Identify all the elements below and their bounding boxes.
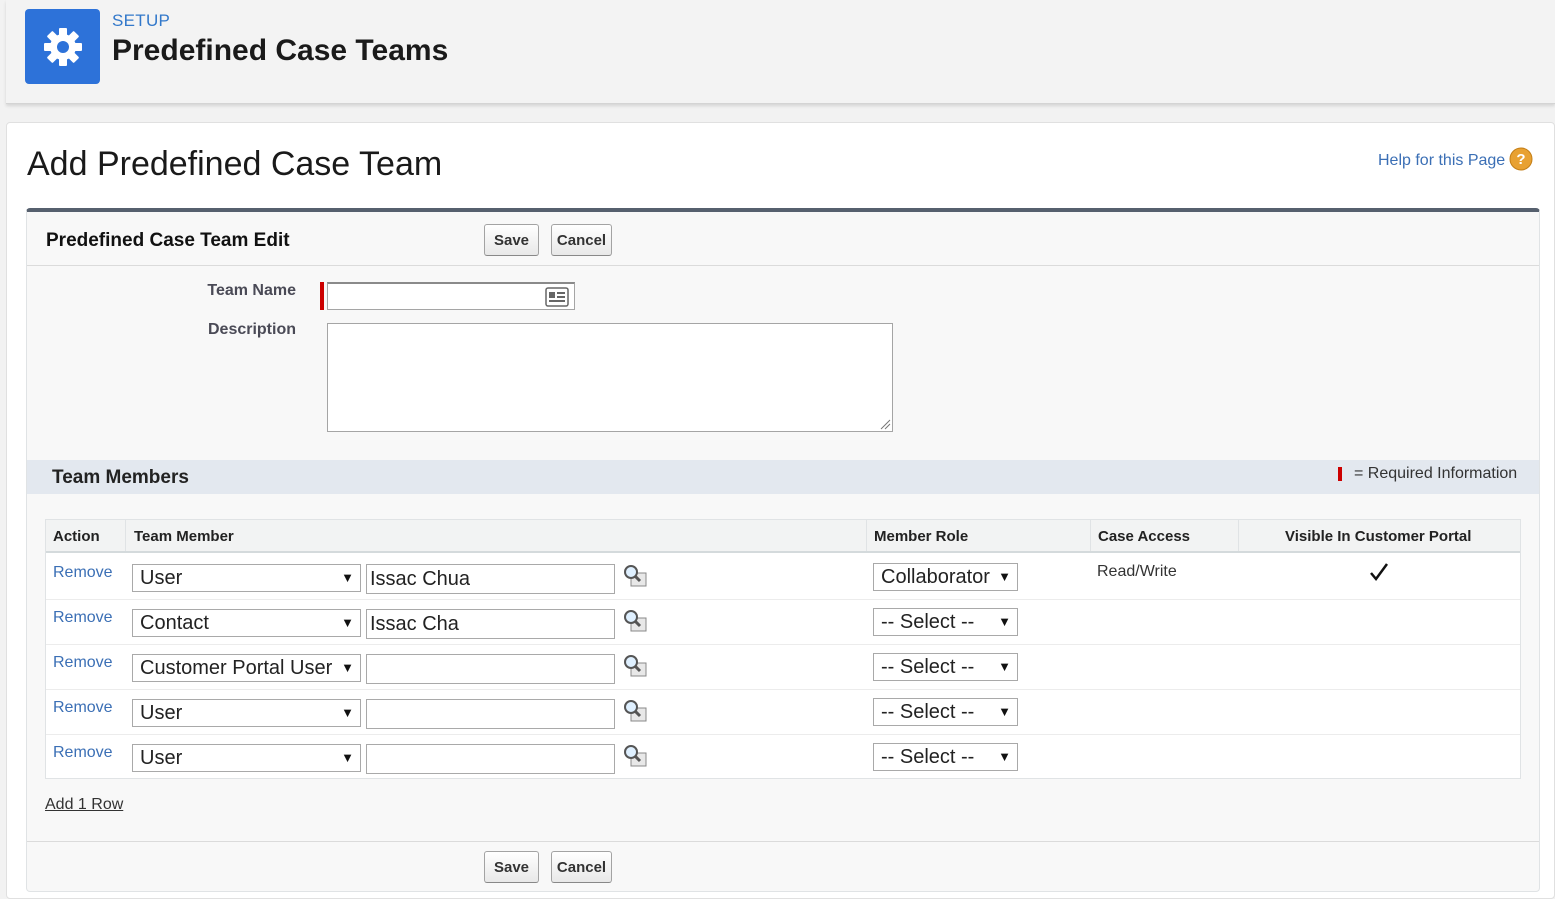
member-type-select[interactable]: User ▼ xyxy=(132,564,361,592)
edit-block-header: Predefined Case Team Edit Save Cancel xyxy=(27,212,1539,266)
remove-link[interactable]: Remove xyxy=(53,699,113,717)
dropdown-arrow-icon: ▼ xyxy=(998,614,1011,629)
remove-link[interactable]: Remove xyxy=(53,744,113,762)
dropdown-arrow-icon: ▼ xyxy=(341,570,354,585)
help-link[interactable]: Help for this Page xyxy=(1378,152,1505,170)
description-textarea[interactable] xyxy=(327,323,893,432)
team-members-section-header: Team Members = Required Information xyxy=(27,460,1539,494)
header-title: Predefined Case Teams xyxy=(112,34,449,67)
table-row: Remove User ▼ -- Select -- ▼ xyxy=(46,735,1520,780)
description-label: Description xyxy=(207,321,296,338)
member-role-select[interactable]: Collaborator ▼ xyxy=(873,563,1018,591)
member-type-select[interactable]: Contact ▼ xyxy=(132,609,361,637)
lookup-magnifier-icon[interactable] xyxy=(622,699,648,723)
lookup-magnifier-icon[interactable] xyxy=(622,609,648,633)
member-name-input[interactable] xyxy=(366,744,615,774)
member-name-input[interactable]: Issac Cha xyxy=(366,609,615,639)
remove-link[interactable]: Remove xyxy=(53,564,113,582)
member-role-value: -- Select -- xyxy=(881,746,975,768)
dropdown-arrow-icon: ▼ xyxy=(998,569,1011,584)
member-role-value: -- Select -- xyxy=(881,611,975,633)
edit-block-title: Predefined Case Team Edit xyxy=(46,230,290,251)
table-row: Remove Customer Portal User ▼ -- Select … xyxy=(46,645,1520,690)
member-type-select[interactable]: Customer Portal User ▼ xyxy=(132,654,361,682)
dropdown-arrow-icon: ▼ xyxy=(998,659,1011,674)
team-members-title: Team Members xyxy=(52,467,189,488)
col-divider xyxy=(125,520,126,551)
required-legend-marker xyxy=(1338,467,1342,481)
col-case-access: Case Access xyxy=(1098,528,1191,545)
dropdown-arrow-icon: ▼ xyxy=(998,749,1011,764)
edit-block-footer: Save Cancel xyxy=(27,841,1539,891)
header-section-label: SETUP xyxy=(112,11,171,30)
lookup-magnifier-icon[interactable] xyxy=(622,654,648,678)
col-action: Action xyxy=(53,528,100,545)
col-member-role: Member Role xyxy=(874,528,969,545)
member-type-value: Customer Portal User xyxy=(140,657,333,679)
remove-link[interactable]: Remove xyxy=(53,654,113,672)
cancel-button-bottom[interactable]: Cancel xyxy=(551,851,612,883)
member-type-value: User xyxy=(140,702,183,724)
case-access-value: Read/Write xyxy=(1097,563,1177,580)
member-role-value: -- Select -- xyxy=(881,656,975,678)
member-type-select[interactable]: User ▼ xyxy=(132,699,361,727)
member-role-value: -- Select -- xyxy=(881,701,975,723)
member-role-select[interactable]: -- Select -- ▼ xyxy=(873,743,1018,771)
dropdown-arrow-icon: ▼ xyxy=(998,704,1011,719)
table-row: Remove Contact ▼ Issac Cha -- Select -- … xyxy=(46,600,1520,645)
member-type-value: User xyxy=(140,747,183,769)
col-divider xyxy=(866,520,867,551)
cancel-button-top[interactable]: Cancel xyxy=(551,224,612,256)
member-type-select[interactable]: User ▼ xyxy=(132,744,361,772)
help-circle-icon[interactable]: ? xyxy=(1509,147,1533,171)
edit-block: Predefined Case Team Edit Save Cancel Te… xyxy=(26,208,1540,892)
dropdown-arrow-icon: ▼ xyxy=(341,615,354,630)
member-name-input[interactable] xyxy=(366,654,615,684)
checkmark-icon xyxy=(1370,563,1389,582)
required-legend: = Required Information xyxy=(1354,465,1518,482)
page-title: Add Predefined Case Team xyxy=(27,145,443,183)
dropdown-arrow-icon: ▼ xyxy=(341,750,354,765)
main-content: Add Predefined Case Team Help for this P… xyxy=(6,122,1555,899)
svg-text:?: ? xyxy=(1516,151,1525,168)
dropdown-arrow-icon: ▼ xyxy=(341,705,354,720)
member-role-value: Collaborator xyxy=(881,566,990,588)
member-type-value: User xyxy=(140,567,183,589)
col-divider xyxy=(1238,520,1239,551)
member-role-select[interactable]: -- Select -- ▼ xyxy=(873,608,1018,636)
member-name-input[interactable]: Issac Chua xyxy=(366,564,615,594)
col-visible-portal: Visible In Customer Portal xyxy=(1285,528,1472,545)
table-row: Remove User ▼ -- Select -- ▼ xyxy=(46,690,1520,735)
dropdown-arrow-icon: ▼ xyxy=(341,660,354,675)
required-marker xyxy=(320,282,324,310)
save-button-bottom[interactable]: Save xyxy=(484,851,539,883)
remove-link[interactable]: Remove xyxy=(53,609,113,627)
table-header-row: Action Team Member Member Role Case Acce… xyxy=(46,520,1520,553)
member-name-input[interactable] xyxy=(366,699,615,729)
gear-icon xyxy=(25,9,100,84)
save-button-top[interactable]: Save xyxy=(484,224,539,256)
team-name-input[interactable] xyxy=(327,282,575,310)
table-row: Remove User ▼ Issac Chua Collaborator ▼ … xyxy=(46,555,1520,600)
lookup-magnifier-icon[interactable] xyxy=(622,564,648,588)
member-role-select[interactable]: -- Select -- ▼ xyxy=(873,653,1018,681)
contact-card-icon xyxy=(545,287,569,307)
lookup-magnifier-icon[interactable] xyxy=(622,744,648,768)
col-team-member: Team Member xyxy=(134,528,234,545)
member-role-select[interactable]: -- Select -- ▼ xyxy=(873,698,1018,726)
team-name-label: Team Name xyxy=(207,282,296,299)
team-members-table: Action Team Member Member Role Case Acce… xyxy=(45,519,1521,779)
member-type-value: Contact xyxy=(140,612,209,634)
col-divider xyxy=(1090,520,1091,551)
add-row-link[interactable]: Add 1 Row xyxy=(45,796,123,814)
resize-grip-icon[interactable] xyxy=(879,418,891,430)
setup-header: SETUP Predefined Case Teams xyxy=(6,0,1555,104)
